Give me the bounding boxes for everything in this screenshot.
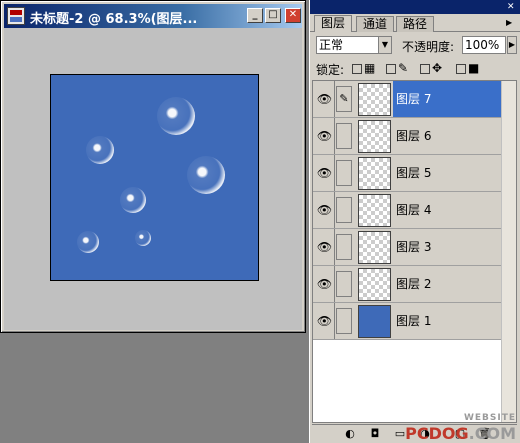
photoshop-app-icon[interactable]	[7, 7, 25, 25]
eye-icon[interactable]: 👁	[315, 266, 335, 302]
blend-mode-value: 正常	[319, 38, 344, 52]
transparency-pixels-icon: ▦	[364, 61, 376, 75]
layer-name[interactable]: 图层 7	[393, 81, 502, 117]
layer-thumbnail	[358, 305, 391, 338]
layer-name[interactable]: 图层 5	[393, 155, 502, 191]
document-titlebar[interactable]: 未标题-2 @ 68.3%(图层... _ □ ✕	[4, 4, 302, 28]
lock-all-checkbox[interactable]	[456, 64, 466, 74]
tab-channels[interactable]: 通道	[356, 16, 395, 32]
maximize-button[interactable]: □	[265, 8, 281, 23]
layer-thumbnail	[358, 120, 391, 153]
bubble	[187, 156, 225, 194]
layer-name[interactable]: 图层 1	[393, 303, 502, 339]
eye-icon[interactable]: 👁	[315, 118, 335, 154]
layer-name[interactable]: 图层 6	[393, 118, 502, 154]
layer-row[interactable]: 👁 ✎ 图层 7	[313, 81, 502, 118]
layer-row[interactable]: 👁 图层 3	[313, 229, 502, 266]
opacity-input[interactable]: 100%	[462, 36, 506, 54]
layer-row[interactable]: 👁 图层 4	[313, 192, 502, 229]
layer-row[interactable]: 👁 图层 2	[313, 266, 502, 303]
lock-image-checkbox[interactable]	[386, 64, 396, 74]
link-slot[interactable]	[336, 234, 352, 260]
chevron-down-icon[interactable]: ▼	[378, 37, 391, 53]
eye-icon[interactable]: 👁	[315, 155, 335, 191]
brush-icon: ✎	[398, 61, 409, 75]
link-slot[interactable]	[336, 308, 352, 334]
layer-style-icon[interactable]: ◐	[342, 427, 358, 441]
eye-icon[interactable]: 👁	[315, 229, 335, 265]
lock-position-checkbox[interactable]	[420, 64, 430, 74]
tab-layers[interactable]: 图层	[314, 15, 353, 32]
watermark: WEBSITE PCDOG.COM	[395, 412, 520, 443]
layers-list: 👁 ✎ 图层 7 👁 图层 6 👁 图层 5 👁 图层 4 👁 图层 3 👁 图…	[312, 80, 517, 423]
layer-name[interactable]: 图层 4	[393, 192, 502, 228]
bubble	[77, 231, 99, 253]
panel-close-icon[interactable]: ✕	[507, 2, 517, 12]
bubble	[135, 230, 151, 246]
bubble	[86, 136, 114, 164]
layer-thumbnail	[358, 231, 391, 264]
link-slot[interactable]	[336, 123, 352, 149]
blend-row: 正常 ▼ 不透明度: 100% ▶	[314, 36, 517, 56]
close-button[interactable]: ✕	[285, 8, 301, 23]
bubble	[157, 97, 195, 135]
watermark-site: WEBSITE	[463, 413, 516, 423]
tab-paths[interactable]: 路径	[396, 16, 435, 32]
layer-mask-icon[interactable]: ◘	[367, 427, 383, 441]
layers-panel: ✕ 图层 通道 路径 ▶ 正常 ▼ 不透明度: 100% ▶ 锁定: ▦ ✎ ✥…	[309, 0, 520, 443]
minimize-button[interactable]: _	[247, 8, 263, 23]
move-icon: ✥	[432, 61, 443, 75]
canvas-area[interactable]	[4, 28, 302, 330]
layer-thumbnail	[358, 157, 391, 190]
watermark-brand: PCDOG.COM	[405, 424, 516, 443]
document-title: 未标题-2 @ 68.3%(图层...	[30, 12, 198, 27]
layer-thumbnail	[358, 83, 391, 116]
layer-row[interactable]: 👁 图层 1	[313, 303, 502, 340]
link-slot[interactable]	[336, 160, 352, 186]
layer-name[interactable]: 图层 3	[393, 229, 502, 265]
lock-label: 锁定:	[316, 63, 345, 77]
layer-row[interactable]: 👁 图层 6	[313, 118, 502, 155]
lock-row: 锁定: ▦ ✎ ✥ ■	[314, 60, 517, 78]
panel-tabs: 图层 通道 路径 ▶	[310, 14, 520, 32]
eye-icon[interactable]: 👁	[315, 81, 335, 117]
bubble	[120, 187, 146, 213]
opacity-slider-arrow-icon[interactable]: ▶	[507, 36, 517, 54]
brush-icon[interactable]: ✎	[336, 86, 352, 112]
panel-menu-arrow-icon[interactable]: ▶	[506, 18, 516, 28]
layers-scrollbar[interactable]	[501, 81, 516, 422]
layer-thumbnail	[358, 268, 391, 301]
panel-titlebar[interactable]: ✕	[310, 0, 520, 14]
layer-name[interactable]: 图层 2	[393, 266, 502, 302]
blend-mode-select[interactable]: 正常 ▼	[316, 36, 392, 54]
eye-icon[interactable]: 👁	[315, 192, 335, 228]
link-slot[interactable]	[336, 197, 352, 223]
lock-transparency-checkbox[interactable]	[352, 64, 362, 74]
lock-icon: ■	[468, 61, 480, 75]
layer-thumbnail	[358, 194, 391, 227]
canvas[interactable]	[50, 74, 259, 281]
opacity-label: 不透明度:	[402, 40, 455, 54]
document-window: 未标题-2 @ 68.3%(图层... _ □ ✕	[0, 0, 306, 333]
eye-icon[interactable]: 👁	[315, 303, 335, 339]
link-slot[interactable]	[336, 271, 352, 297]
layer-row[interactable]: 👁 图层 5	[313, 155, 502, 192]
